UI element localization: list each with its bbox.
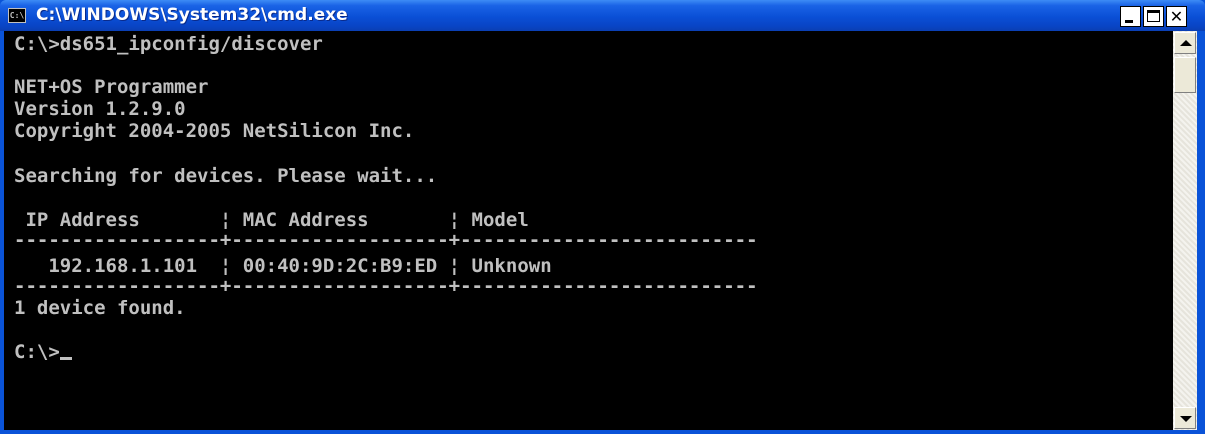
- console-prompt: C:\>: [14, 341, 60, 363]
- scroll-up-button[interactable]: [1174, 32, 1196, 54]
- minimize-button[interactable]: [1120, 6, 1141, 27]
- scroll-up-arrow-icon: [1180, 40, 1192, 46]
- title-bar[interactable]: C:\ C:\WINDOWS\System32\cmd.exe ✕: [0, 0, 1205, 31]
- window-title: C:\WINDOWS\System32\cmd.exe: [36, 5, 348, 25]
- app-icon-label: C:\: [9, 11, 25, 20]
- console-line-version: Version 1.2.9.0: [14, 98, 186, 120]
- scroll-down-arrow-icon: [1180, 416, 1192, 422]
- table-row: 192.168.1.101 ¦ 00:40:9D:2C:B9:ED ¦ Unkn…: [14, 255, 552, 277]
- console-text-area: C:\>ds651_ipconfig/discover NET+OS Progr…: [14, 31, 758, 363]
- maximize-button[interactable]: [1143, 6, 1164, 27]
- scrollbar-thumb[interactable]: [1174, 57, 1196, 93]
- scroll-down-button[interactable]: [1174, 407, 1196, 429]
- console-line-result: 1 device found.: [14, 297, 186, 319]
- vertical-scrollbar[interactable]: [1173, 31, 1197, 430]
- console-line-searching: Searching for devices. Please wait...: [14, 165, 438, 187]
- console-line-command: C:\>ds651_ipconfig/discover: [14, 33, 323, 55]
- console-prompt-line[interactable]: C:\>: [14, 341, 72, 363]
- console-line-program-name: NET+OS Programmer: [14, 76, 209, 98]
- cmd-app-icon[interactable]: C:\: [8, 8, 26, 23]
- table-separator-top: ------------------+-------------------+-…: [14, 229, 758, 251]
- maximize-icon: [1147, 10, 1160, 22]
- console-output[interactable]: C:\>ds651_ipconfig/discover NET+OS Progr…: [4, 31, 1173, 430]
- minimize-icon: [1125, 20, 1133, 23]
- close-icon: ✕: [1169, 7, 1184, 26]
- table-header-row: IP Address ¦ MAC Address ¦ Model: [14, 209, 529, 231]
- console-line-copyright: Copyright 2004-2005 NetSilicon Inc.: [14, 120, 415, 142]
- text-cursor: [59, 357, 72, 360]
- table-separator-bottom: ------------------+-------------------+-…: [14, 275, 758, 297]
- close-button[interactable]: ✕: [1166, 6, 1187, 27]
